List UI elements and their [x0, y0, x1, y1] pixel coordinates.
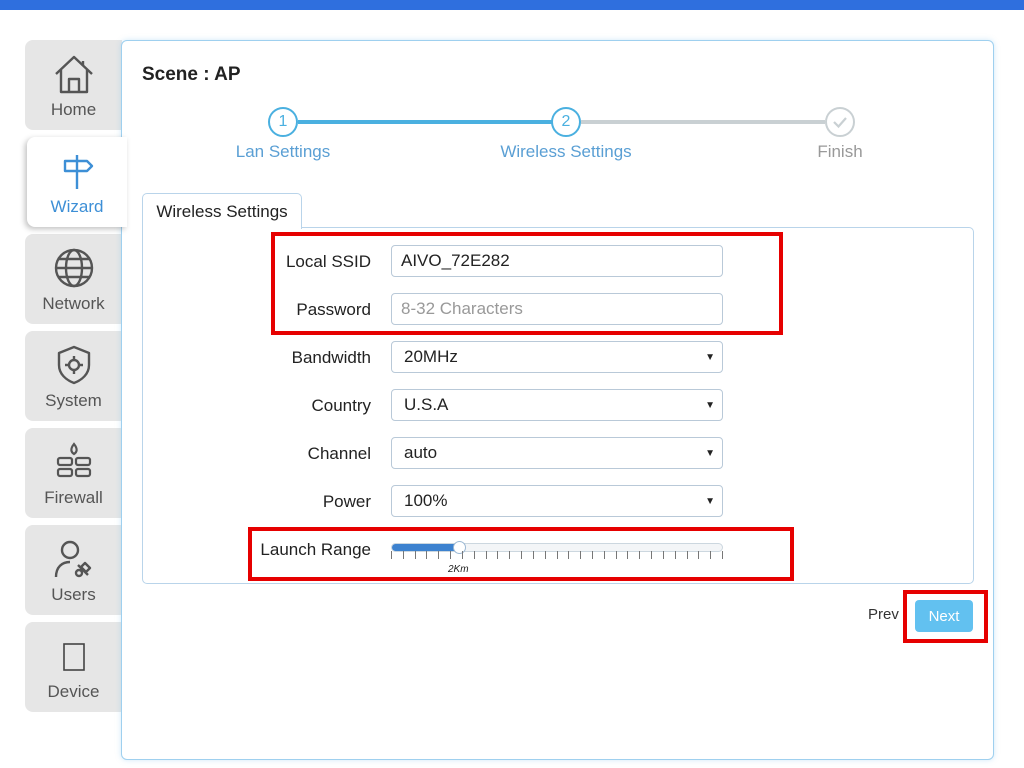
check-icon [833, 117, 847, 129]
sidebar-item-home[interactable]: Home [25, 40, 122, 130]
main-panel: Scene : AP 1 2 Lan Settings Wireless Set… [121, 40, 994, 760]
country-select[interactable]: U.S.A ▼ [391, 389, 723, 421]
bandwidth-select[interactable]: 20MHz ▼ [391, 341, 723, 373]
step-1-circle: 1 [268, 107, 298, 137]
signpost-icon [55, 149, 99, 193]
password-input[interactable]: 8-32 Characters [391, 293, 723, 325]
sidebar-item-users[interactable]: Users [25, 525, 122, 615]
step-2-label: Wireless Settings [500, 142, 632, 161]
slider-tick [557, 551, 558, 559]
power-label: Power [322, 492, 371, 511]
slider-tick [474, 551, 475, 559]
slider-tick [675, 551, 676, 559]
sidebar-item-network[interactable]: Network [25, 234, 122, 324]
slider-tick [415, 551, 416, 559]
slider-tick [722, 551, 723, 559]
chevron-down-icon: ▼ [705, 448, 715, 459]
top-bar [0, 0, 1024, 10]
channel-select[interactable]: auto ▼ [391, 437, 723, 469]
sidebar-item-label: Network [42, 294, 105, 313]
device-icon [52, 634, 96, 678]
slider-tick [509, 551, 510, 559]
sidebar-item-label: Firewall [44, 488, 103, 507]
user-wrench-icon [52, 537, 96, 581]
slider-tick [687, 551, 688, 559]
slider-tick [438, 551, 439, 559]
slider-tick [604, 551, 605, 559]
ssid-input[interactable]: AIVO_72E282 [391, 245, 723, 277]
slider-tick [533, 551, 534, 559]
step-3-circle [825, 107, 855, 137]
chevron-down-icon: ▼ [705, 400, 715, 411]
slider-tick [497, 551, 498, 559]
sidebar-item-label: Home [50, 100, 97, 119]
bandwidth-value: 20MHz [404, 347, 458, 366]
channel-value: auto [404, 443, 438, 462]
slider-tick [486, 551, 487, 559]
slider-tick [639, 551, 640, 559]
slider-tick [698, 551, 699, 559]
step-1-label: Lan Settings [235, 142, 331, 161]
step-pending-line [581, 120, 825, 124]
next-button[interactable]: Next [915, 600, 973, 632]
slider-tick [663, 551, 664, 559]
launch-range-label: Launch Range [260, 540, 371, 559]
chevron-down-icon: ▼ [705, 352, 715, 363]
step-3-label: Finish [817, 142, 863, 161]
sidebar-item-label: System [45, 391, 102, 410]
sidebar-item-system[interactable]: System [25, 331, 122, 421]
globe-icon [52, 246, 96, 290]
sidebar-item-device[interactable]: Device [25, 622, 122, 712]
slider-tick [462, 551, 463, 559]
tab-wireless-settings[interactable]: Wireless Settings [142, 193, 302, 229]
launch-range-value: 2Km [448, 564, 469, 575]
slider-tick [592, 551, 593, 559]
step-progress-line [298, 120, 552, 124]
bandwidth-label: Bandwidth [291, 348, 371, 367]
slider-tick [616, 551, 617, 559]
slider-tick [568, 551, 569, 559]
slider-tick [627, 551, 628, 559]
step-2-circle: 2 [551, 107, 581, 137]
chevron-down-icon: ▼ [705, 496, 715, 507]
slider-tick [580, 551, 581, 559]
page-title: Scene : AP [142, 64, 241, 85]
slider-tick [391, 551, 392, 559]
sidebar-item-wizard[interactable]: Wizard [27, 137, 127, 227]
password-label: Password [296, 300, 371, 319]
power-select[interactable]: 100% ▼ [391, 485, 723, 517]
country-label: Country [311, 396, 371, 415]
slider-tick [710, 551, 711, 559]
ssid-label: Local SSID [285, 252, 371, 271]
sidebar-item-label: Device [47, 682, 100, 701]
power-value: 100% [404, 491, 448, 510]
shield-gear-icon [52, 343, 96, 387]
slider-tick [450, 551, 451, 559]
sidebar-item-label: Users [51, 585, 96, 604]
sidebar-item-firewall[interactable]: Firewall [25, 428, 122, 518]
channel-label: Channel [307, 444, 371, 463]
country-value: U.S.A [404, 395, 449, 414]
slider-tick [426, 551, 427, 559]
firewall-icon [52, 440, 96, 484]
slider-ticks [391, 551, 723, 561]
slider-tick [545, 551, 546, 559]
sidebar-item-label: Wizard [50, 197, 104, 216]
slider-tick [651, 551, 652, 559]
slider-tick [521, 551, 522, 559]
slider-fill [392, 544, 458, 551]
prev-button[interactable]: Prev [868, 606, 899, 623]
slider-tick [403, 551, 404, 559]
home-icon [52, 52, 96, 96]
